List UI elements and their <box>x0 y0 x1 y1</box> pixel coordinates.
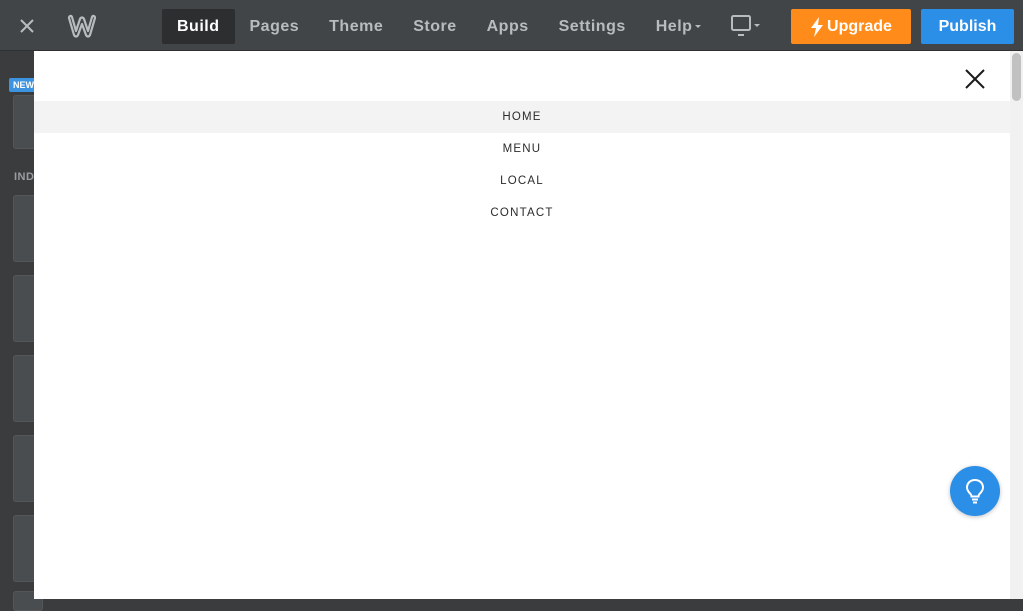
lightbulb-icon <box>965 478 985 504</box>
close-icon <box>965 69 985 89</box>
menu-item-menu[interactable]: MENU <box>34 133 1010 165</box>
help-button[interactable] <box>950 466 1000 516</box>
upgrade-label: Upgrade <box>827 17 892 35</box>
chevron-down-icon <box>695 25 702 29</box>
scrollbar-track[interactable] <box>1010 51 1023 599</box>
scrollbar-thumb[interactable] <box>1012 53 1021 101</box>
nav-apps[interactable]: Apps <box>472 9 544 44</box>
nav-build[interactable]: Build <box>162 9 235 44</box>
nav-store[interactable]: Store <box>398 9 471 44</box>
elements-sidebar: NEW IND <box>0 51 43 611</box>
menu-item-home[interactable]: HOME <box>34 101 1010 133</box>
nav-help-label: Help <box>655 18 693 35</box>
close-icon <box>20 19 34 33</box>
menu-item-contact[interactable]: CONTACT <box>34 197 1010 229</box>
desktop-icon <box>731 15 760 36</box>
upgrade-button[interactable]: Upgrade <box>791 9 911 44</box>
close-editor-button[interactable] <box>14 13 40 39</box>
lightning-icon <box>811 16 824 37</box>
site-nav-menu: HOME MENU LOCAL CONTACT <box>34 101 1010 229</box>
weebly-logo-icon <box>67 14 97 38</box>
main-nav: Build Pages Theme Store Apps Settings He… <box>162 9 716 44</box>
menu-close-button[interactable] <box>962 66 988 92</box>
nav-help[interactable]: Help <box>641 9 717 44</box>
site-preview-menu-overlay: HOME MENU LOCAL CONTACT <box>34 51 1010 599</box>
sidebar-section-label: IND <box>14 171 35 183</box>
weebly-logo[interactable] <box>66 12 98 40</box>
nav-settings[interactable]: Settings <box>544 9 641 44</box>
nav-theme[interactable]: Theme <box>314 9 398 44</box>
publish-button[interactable]: Publish <box>921 9 1014 44</box>
publish-label: Publish <box>938 17 997 35</box>
device-preview-toggle[interactable] <box>730 14 764 38</box>
menu-item-local[interactable]: LOCAL <box>34 165 1010 197</box>
top-toolbar: Build Pages Theme Store Apps Settings He… <box>0 0 1023 51</box>
nav-pages[interactable]: Pages <box>235 9 315 44</box>
